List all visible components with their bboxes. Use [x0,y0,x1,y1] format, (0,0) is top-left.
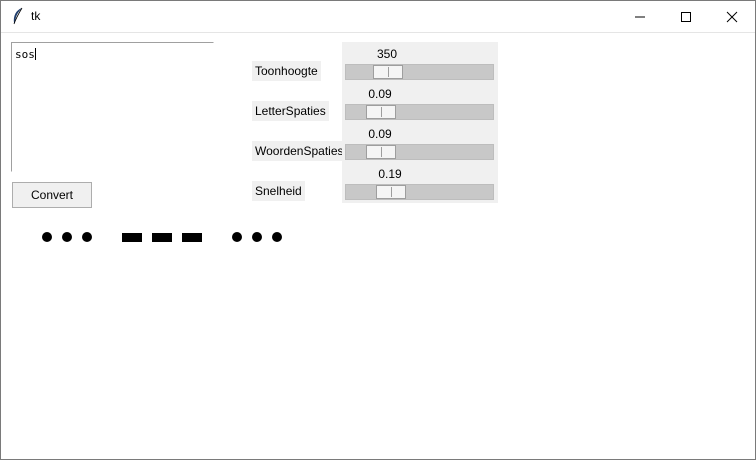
message-text-area[interactable]: sos [11,42,214,172]
window-title: tk [31,9,41,23]
morse-dash [152,233,172,242]
scale-thumb-snelheid[interactable] [376,185,406,199]
convert-button[interactable]: Convert [12,182,92,208]
scale-value-toonhoogte: 350 [376,47,398,61]
scale-snelheid[interactable] [345,184,494,200]
minimize-button[interactable] [617,1,663,32]
morse-dot [232,232,242,242]
scale-woordenspaties[interactable] [345,144,494,160]
text-caret [34,48,36,60]
title-bar[interactable]: tk [1,1,755,33]
scale-thumb-letterspaties[interactable] [366,105,396,119]
morse-dash [182,233,202,242]
maximize-icon [681,11,691,22]
close-button[interactable] [709,1,755,32]
morse-dot [62,232,72,242]
scale-thumb-toonhoogte[interactable] [373,65,403,79]
scale-value-letterspaties: 0.09 [368,87,392,101]
scale-toonhoogte[interactable] [345,64,494,80]
feather-icon [10,7,26,25]
morse-dot [252,232,262,242]
message-text: sos [15,48,36,61]
scales-panel: 350 0.09 0.09 0.19 [342,42,498,203]
close-icon [726,11,738,22]
morse-dot [272,232,282,242]
morse-dot [82,232,92,242]
scale-value-snelheid: 0.19 [378,167,402,181]
scale-label-snelheid: Snelheid [252,181,305,201]
minimize-icon [635,16,645,17]
scale-label-letterspaties: LetterSpaties [252,101,329,121]
scale-thumb-woordenspaties[interactable] [366,145,396,159]
morse-dash [122,233,142,242]
app-window: tk sos Convert Toonhoogte LetterSpaties … [0,0,756,460]
scale-value-woordenspaties: 0.09 [368,127,392,141]
morse-dot [42,232,52,242]
scale-label-toonhoogte: Toonhoogte [252,61,321,81]
scale-letterspaties[interactable] [345,104,494,120]
scale-label-woordenspaties: WoordenSpaties [252,141,347,161]
morse-output-canvas [42,232,282,242]
maximize-button[interactable] [663,1,709,32]
